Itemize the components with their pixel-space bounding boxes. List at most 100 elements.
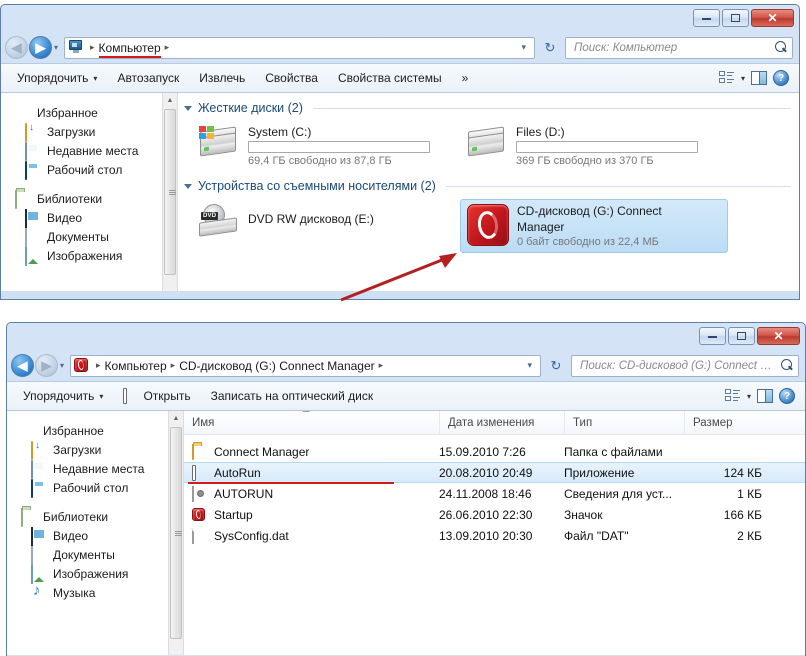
table-row[interactable]: AutoRun 20.08.2010 20:49 Приложение 124 … [184, 462, 805, 484]
breadcrumb-separator-trailing[interactable]: ▸ [161, 42, 174, 53]
navigation-scrollbar[interactable]: ▲ [162, 93, 177, 291]
chevron-collapse-icon[interactable] [184, 183, 192, 189]
sidebar-item-music[interactable]: Музыка [7, 583, 183, 602]
back-button[interactable]: ◀ [5, 36, 28, 59]
scroll-up-arrow-icon[interactable]: ▲ [163, 93, 177, 108]
view-chevron-down-icon[interactable]: ▾ [741, 74, 745, 83]
maximize-button[interactable] [728, 327, 755, 345]
sidebar-item-desktop[interactable]: Рабочий стол [7, 478, 183, 498]
table-row[interactable]: SysConfig.dat 13.09.2010 20:30 Файл "DAT… [184, 525, 805, 546]
toolbar-overflow-button[interactable]: » [452, 67, 479, 89]
drive-name-line1: CD-дисковод (G:) Connect [517, 204, 662, 218]
sidebar-item-libraries[interactable]: Библиотеки [7, 507, 183, 527]
drive-capacity-text: 69,4 ГБ свободно из 87,8 ГБ [248, 155, 392, 167]
breadcrumb-computer[interactable]: Компьютер [105, 359, 167, 373]
drive-tile-files-d[interactable]: Files (D:) 369 ГБ свободно из 370 ГБ [460, 121, 728, 171]
view-options-icon[interactable] [724, 389, 741, 403]
forward-button[interactable]: ▶ [29, 36, 52, 59]
file-type: Файл "DAT" [564, 528, 629, 543]
help-icon[interactable]: ? [779, 388, 795, 404]
help-icon[interactable]: ? [773, 70, 789, 86]
search-icon [781, 359, 794, 372]
sidebar-item-recent-places[interactable]: Недавние места [7, 459, 183, 479]
search-input[interactable]: Поиск: Компьютер [574, 42, 775, 54]
recent-pages-dropdown-icon[interactable]: ▾ [60, 361, 64, 370]
column-header-type[interactable]: Тип [564, 411, 684, 434]
organize-button[interactable]: Упорядочить ▾ [7, 67, 107, 89]
sidebar-item-documents[interactable]: Документы [1, 227, 177, 247]
system-properties-button[interactable]: Свойства системы [328, 67, 452, 89]
group-rule [445, 185, 791, 187]
scroll-up-arrow-icon[interactable]: ▲ [169, 411, 183, 426]
sidebar-item-label: Документы [53, 547, 115, 562]
minimize-button[interactable] [699, 327, 726, 345]
preview-pane-icon[interactable] [751, 71, 767, 85]
column-header-date[interactable]: Дата изменения [439, 411, 564, 434]
minimize-button[interactable] [693, 9, 720, 27]
open-button[interactable]: Открыть [113, 385, 200, 407]
refresh-button[interactable]: ↻ [545, 355, 567, 377]
sidebar-item-favorites[interactable]: Избранное [1, 103, 177, 122]
table-row[interactable]: Connect Manager 15.09.2010 7:26 Папка с … [184, 441, 805, 462]
organize-button[interactable]: Упорядочить ▾ [13, 385, 113, 407]
autoplay-button[interactable]: Автозапуск [107, 67, 189, 89]
group-header-hard-drives[interactable]: Жесткие диски (2) [178, 93, 799, 117]
table-row[interactable]: AUTORUN 24.11.2008 18:46 Сведения для ус… [184, 483, 805, 504]
drive-tile-dvd-rw-e[interactable]: DVD DVD RW дисковод (E:) [192, 199, 460, 253]
group-header-removable-devices[interactable]: Устройства со съемными носителями (2) [178, 171, 799, 195]
back-button[interactable]: ◀ [11, 354, 34, 377]
burn-to-disc-button[interactable]: Записать на оптический диск [201, 385, 384, 407]
search-input[interactable]: Поиск: CD-дисковод (G:) Connect Ma... [580, 360, 781, 372]
libraries-icon [21, 507, 37, 527]
sidebar-item-favorites[interactable]: Избранное [7, 421, 183, 440]
address-bar[interactable]: ▸ Компьютер ▸ ▾ [64, 36, 535, 59]
search-box[interactable]: Поиск: Компьютер [565, 36, 793, 59]
search-box[interactable]: Поиск: CD-дисковод (G:) Connect Ma... [571, 354, 799, 377]
libraries-icon [15, 189, 31, 209]
navigation-scrollbar[interactable]: ▲ [168, 411, 183, 655]
drive-capacity-text: 0 байт свободно из 22,4 МБ [517, 236, 659, 248]
sidebar-item-pictures[interactable]: Изображения [7, 564, 183, 584]
address-dropdown-icon[interactable]: ▾ [516, 42, 531, 53]
breadcrumb-separator-trailing[interactable]: ▸ [375, 360, 388, 371]
chevron-collapse-icon[interactable] [184, 105, 192, 111]
scrollbar-grip-icon [169, 190, 176, 195]
sidebar-item-pictures[interactable]: Изображения [1, 246, 177, 266]
recent-pages-dropdown-icon[interactable]: ▾ [54, 43, 58, 52]
properties-button[interactable]: Свойства [255, 67, 328, 89]
sidebar-item-documents[interactable]: Документы [7, 545, 183, 565]
dvd-drive-icon: DVD [198, 203, 240, 237]
column-header-name[interactable]: Имя [184, 411, 439, 434]
sidebar-item-video[interactable]: Видео [7, 526, 183, 546]
refresh-button[interactable]: ↻ [539, 37, 561, 59]
sidebar-item-desktop[interactable]: Рабочий стол [1, 160, 177, 180]
maximize-button[interactable] [722, 9, 749, 27]
explorer-window-computer: ✕ ◀ ▶ ▾ ▸ Компьютер ▸ ▾ ↻ Поиск: Компьют… [0, 4, 800, 300]
column-header-size[interactable]: Размер [684, 411, 772, 434]
sidebar-item-recent-places[interactable]: Недавние места [1, 141, 177, 161]
preview-pane-icon[interactable] [757, 389, 773, 403]
content-pane: Имя Дата изменения Тип Размер Connect Ma… [184, 411, 805, 655]
sidebar-item-downloads[interactable]: Загрузки [7, 440, 183, 460]
drive-tile-cd-g-connect-manager[interactable]: CD-дисковод (G:) Connect Manager 0 байт … [460, 199, 728, 253]
sidebar-item-label: Библиотеки [43, 509, 109, 524]
address-dropdown-icon[interactable]: ▾ [522, 360, 537, 371]
close-button[interactable]: ✕ [757, 327, 800, 345]
documents-icon [25, 227, 41, 247]
table-row[interactable]: Startup 26.06.2010 22:30 Значок 166 КБ [184, 504, 805, 525]
forward-button[interactable]: ▶ [35, 354, 58, 377]
scrollbar-thumb[interactable] [164, 109, 176, 275]
view-options-icon[interactable] [718, 71, 735, 85]
close-button[interactable]: ✕ [751, 9, 794, 27]
sidebar-item-video[interactable]: Видео [1, 208, 177, 228]
breadcrumb-cd-drive[interactable]: CD-дисковод (G:) Connect Manager [179, 359, 374, 373]
address-bar[interactable]: ▸ Компьютер ▸ CD-дисковод (G:) Connect M… [70, 354, 541, 377]
scrollbar-thumb[interactable] [170, 427, 182, 639]
sidebar-item-downloads[interactable]: Загрузки [1, 122, 177, 142]
drive-tile-system-c[interactable]: System (C:) 69,4 ГБ свободно из 87,8 ГБ [192, 121, 460, 171]
eject-button[interactable]: Извлечь [189, 67, 255, 89]
sidebar-item-libraries[interactable]: Библиотеки [1, 189, 177, 209]
breadcrumb-separator: ▸ [90, 42, 95, 52]
breadcrumb-computer[interactable]: Компьютер [98, 41, 161, 58]
view-chevron-down-icon[interactable]: ▾ [747, 392, 751, 401]
